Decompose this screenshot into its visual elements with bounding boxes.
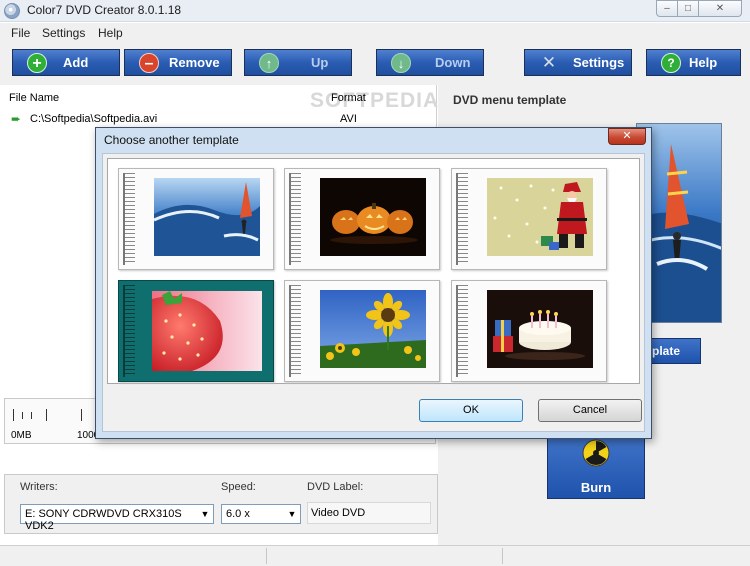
- column-header-file-name[interactable]: File Name: [9, 92, 59, 104]
- add-button-label: Add: [63, 55, 89, 70]
- file-row-format: AVI: [340, 113, 357, 125]
- status-separator: [502, 548, 503, 564]
- menu-file[interactable]: File: [11, 26, 30, 40]
- column-header-format[interactable]: Format: [331, 92, 366, 104]
- app-disc-icon: [4, 3, 20, 19]
- dialog-body: OK Cancel: [102, 153, 645, 432]
- tools-icon: ✕: [541, 53, 557, 72]
- dvd-label-label: DVD Label:: [307, 481, 364, 493]
- file-row-name[interactable]: C:\Softpedia\Softpedia.avi: [30, 113, 157, 125]
- status-separator: [266, 548, 267, 564]
- writer-panel: Writers: Speed: DVD Label: E: SONY CDRWD…: [4, 474, 438, 534]
- spiral-binding: [123, 285, 135, 377]
- writers-select-value: E: SONY CDRWDVD CRX310S VDK2: [25, 508, 182, 532]
- arrow-down-icon: ↓: [391, 53, 411, 73]
- remove-button[interactable]: – Remove: [124, 49, 232, 76]
- windsurfer-ocean-icon: [154, 178, 260, 256]
- strawberry-icon: [152, 291, 262, 371]
- capacity-tick: [31, 412, 32, 419]
- capacity-tick: [46, 409, 47, 421]
- template-card-strawberry[interactable]: [118, 280, 274, 382]
- halloween-pumpkins-icon: [320, 178, 426, 256]
- template-card-birthday-cake[interactable]: [451, 280, 607, 382]
- template-card-sunflower[interactable]: [284, 280, 440, 382]
- toolbar: + Add – Remove ↑ Up ↓ Down ✕ Settings ? …: [0, 43, 750, 85]
- chevron-down-icon: ▼: [200, 509, 210, 519]
- window-title: Color7 DVD Creator 8.0.1.18: [27, 3, 182, 17]
- minus-icon: –: [139, 53, 159, 73]
- burn-button-label: Burn: [580, 480, 612, 495]
- birthday-cake-icon: [487, 290, 593, 368]
- writers-label: Writers:: [20, 481, 58, 493]
- minimize-icon: –: [664, 3, 670, 14]
- help-button[interactable]: ? Help: [646, 49, 741, 76]
- capacity-tick: [22, 412, 23, 419]
- help-icon: ?: [661, 53, 681, 73]
- menu-bar: File Settings Help: [0, 23, 750, 43]
- burn-button[interactable]: Burn: [547, 437, 645, 499]
- template-grid: [107, 158, 640, 384]
- santa-claus-icon: [487, 178, 593, 256]
- choose-template-label: plate: [652, 344, 681, 358]
- remove-button-label: Remove: [169, 55, 220, 70]
- maximize-icon: □: [684, 3, 692, 14]
- plus-icon: +: [27, 53, 47, 73]
- spiral-binding: [456, 285, 468, 377]
- up-button-label: Up: [311, 55, 329, 70]
- sunflower-icon: [320, 290, 426, 368]
- menu-template-title: DVD menu template: [453, 93, 567, 107]
- capacity-tick: [13, 409, 14, 421]
- up-button[interactable]: ↑ Up: [244, 49, 352, 76]
- title-bar: Color7 DVD Creator 8.0.1.18 – □ ✕: [0, 0, 750, 22]
- speed-select[interactable]: 6.0 x ▼: [221, 504, 301, 524]
- minimize-button[interactable]: –: [656, 0, 678, 17]
- speed-select-value: 6.0 x: [226, 508, 250, 520]
- template-card-halloween[interactable]: [284, 168, 440, 270]
- template-card-santa[interactable]: [451, 168, 607, 270]
- template-card-windsurfer[interactable]: [118, 168, 274, 270]
- settings-button[interactable]: ✕ Settings: [524, 49, 632, 76]
- dialog-close-button[interactable]: ✕: [608, 128, 646, 145]
- choose-template-dialog: Choose another template ✕ OK Cancel: [95, 127, 652, 439]
- spiral-binding: [289, 285, 301, 377]
- cancel-button[interactable]: Cancel: [538, 399, 642, 422]
- chevron-down-icon: ▼: [287, 509, 297, 519]
- spiral-binding: [123, 173, 135, 265]
- spiral-binding: [289, 173, 301, 265]
- writers-select[interactable]: E: SONY CDRWDVD CRX310S VDK2 ▼: [20, 504, 214, 532]
- status-bar: [0, 545, 750, 566]
- capacity-tick: [81, 409, 82, 421]
- menu-help[interactable]: Help: [98, 26, 123, 40]
- spiral-binding: [456, 173, 468, 265]
- help-button-label: Help: [689, 55, 718, 70]
- down-button-label: Down: [435, 55, 471, 70]
- arrow-up-icon: ↑: [259, 53, 279, 73]
- dialog-title: Choose another template: [104, 133, 239, 147]
- play-arrow-icon: ➨: [11, 112, 22, 126]
- watermark: SOFTPEDIA: [310, 89, 440, 112]
- dvd-label-field[interactable]: Video DVD: [307, 502, 431, 524]
- radiation-icon: [582, 439, 610, 467]
- speed-label: Speed:: [221, 481, 256, 493]
- down-button[interactable]: ↓ Down: [376, 49, 484, 76]
- add-button[interactable]: + Add: [12, 49, 120, 76]
- settings-button-label: Settings: [573, 55, 625, 70]
- ok-button[interactable]: OK: [419, 399, 523, 422]
- choose-template-button[interactable]: plate: [648, 338, 701, 364]
- close-icon: ✕: [715, 3, 725, 14]
- close-window-button[interactable]: ✕: [698, 0, 742, 17]
- menu-settings[interactable]: Settings: [42, 26, 85, 40]
- capacity-label-start: 0MB: [11, 430, 32, 441]
- maximize-button[interactable]: □: [677, 0, 699, 17]
